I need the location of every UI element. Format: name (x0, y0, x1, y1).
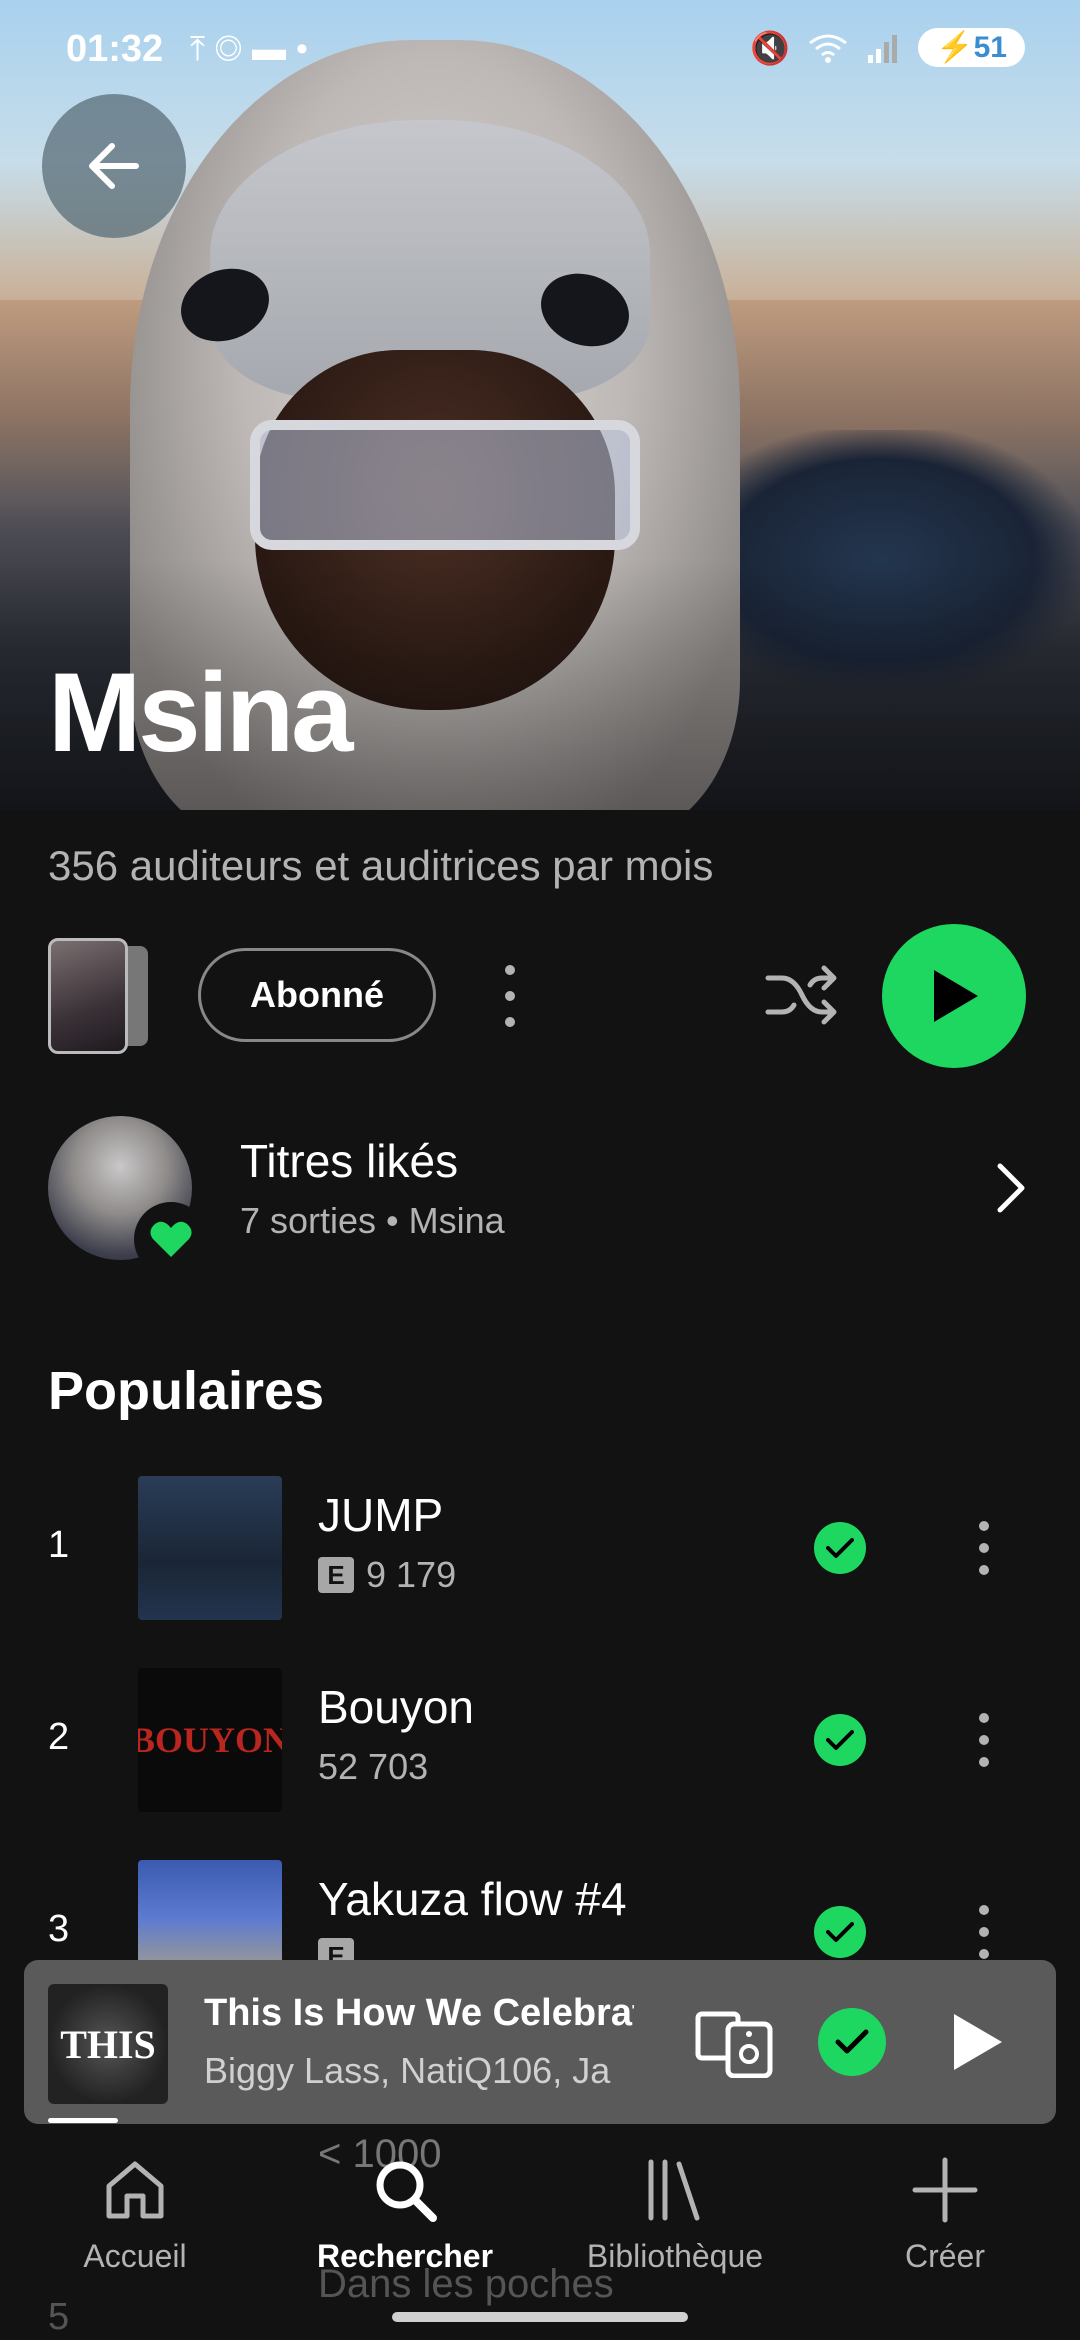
mini-play-icon[interactable] (946, 2010, 1006, 2074)
wifi-icon (809, 34, 848, 63)
artist-preview-thumbnail[interactable] (48, 938, 148, 1054)
chevron-right-icon[interactable] (990, 1162, 1030, 1214)
nav-home-label: Accueil (83, 2238, 187, 2274)
follow-button[interactable]: Abonné (198, 948, 436, 1042)
back-button[interactable] (42, 94, 186, 238)
instagram-icon: ◎ (215, 30, 252, 68)
saved-check-button[interactable] (814, 1714, 866, 1766)
saved-check-button[interactable] (814, 1906, 866, 1958)
track-row[interactable]: 1 JUMP E 9 179 (0, 1474, 1080, 1624)
dot-icon: • (295, 30, 318, 68)
track-title: Bouyon (318, 1681, 475, 1733)
check-icon (826, 1922, 854, 1942)
now-playing-artwork: THIS (48, 1984, 168, 2104)
track-plays: 9 179 (366, 1554, 457, 1595)
library-icon (648, 2159, 700, 2221)
connect-device-icon[interactable] (694, 2010, 774, 2078)
now-playing-artists: Biggy Lass, NatiQ106, Ja (204, 2050, 611, 2091)
status-system-icons: 🔇 ⚡51 (750, 28, 1025, 67)
track-more-icon[interactable] (966, 1518, 1002, 1578)
track-title: Yakuza flow #4 (318, 1873, 627, 1925)
explicit-badge: E (318, 1557, 354, 1593)
check-icon (826, 1730, 854, 1750)
saved-check-button[interactable] (814, 1522, 866, 1574)
more-options-icon[interactable] (490, 960, 530, 1032)
track-meta: 52 703 (318, 1746, 428, 1788)
nav-home[interactable]: Accueil (0, 2154, 270, 2304)
heart-icon (150, 1221, 192, 1257)
sunglasses (250, 420, 640, 550)
track-meta: E 9 179 (318, 1554, 456, 1596)
check-icon (835, 2029, 869, 2054)
play-button[interactable] (882, 924, 1026, 1068)
nav-search-label: Rechercher (316, 2238, 494, 2274)
track-number: 1 (48, 1524, 70, 1566)
track-title: JUMP (318, 1489, 444, 1541)
heart-badge (134, 1202, 208, 1276)
monthly-listeners: 356 auditeurs et auditrices par mois (48, 842, 714, 889)
artwork-text: BOUYON (138, 1720, 282, 1760)
track-artwork (138, 1476, 282, 1620)
nav-library[interactable]: Bibliothèque (540, 2154, 810, 2304)
mini-player[interactable] (24, 1960, 1056, 2124)
track-plays: 52 703 (318, 1746, 429, 1787)
plus-icon (912, 2157, 978, 2223)
thumbnail-front (48, 938, 128, 1054)
status-notification-icons: ⤒◎▬• (190, 30, 318, 69)
nav-library-label: Bibliothèque (586, 2238, 764, 2274)
mute-icon: 🔇 (750, 29, 791, 66)
check-icon (826, 1538, 854, 1558)
search-icon (376, 2161, 437, 2222)
track-row[interactable]: 2 BOUYON Bouyon 52 703 (0, 1666, 1080, 1816)
home-indicator[interactable] (392, 2312, 688, 2322)
shuffle-icon[interactable] (764, 960, 840, 1030)
nav-search[interactable]: Rechercher (270, 2154, 540, 2304)
battery-charging-icon: ⚡51 (918, 28, 1025, 67)
now-playing-saved-button[interactable] (818, 2008, 886, 2076)
artwork-text: THIS (60, 2021, 156, 2067)
upload-icon: ⤒ (190, 30, 216, 68)
track-artwork: BOUYON (138, 1668, 282, 1812)
playback-progress-bar (48, 2118, 118, 2123)
status-time: 01:32 (66, 28, 164, 70)
now-playing-title: This Is How We Celebrat (204, 1992, 634, 2034)
nav-create[interactable]: Créer (810, 2154, 1080, 2304)
home-icon (106, 2161, 164, 2219)
track-more-icon[interactable] (966, 1710, 1002, 1770)
artist-name: Msina (48, 650, 353, 775)
nav-create-label: Créer (904, 2238, 985, 2274)
track-number: 2 (48, 1716, 70, 1758)
track-more-icon[interactable] (966, 1902, 1002, 1962)
play-icon (934, 970, 978, 1022)
arrow-left-icon (89, 143, 139, 189)
folder-icon: ▬ (251, 30, 296, 68)
popular-section-title: Populaires (48, 1361, 325, 1421)
track-number: 3 (48, 1908, 70, 1950)
battery-level: 51 (973, 31, 1007, 64)
signal-icon (868, 34, 898, 63)
liked-songs-subtitle: 7 sorties • Msina (240, 1200, 505, 1241)
liked-songs-title[interactable]: Titres likés (240, 1134, 458, 1188)
